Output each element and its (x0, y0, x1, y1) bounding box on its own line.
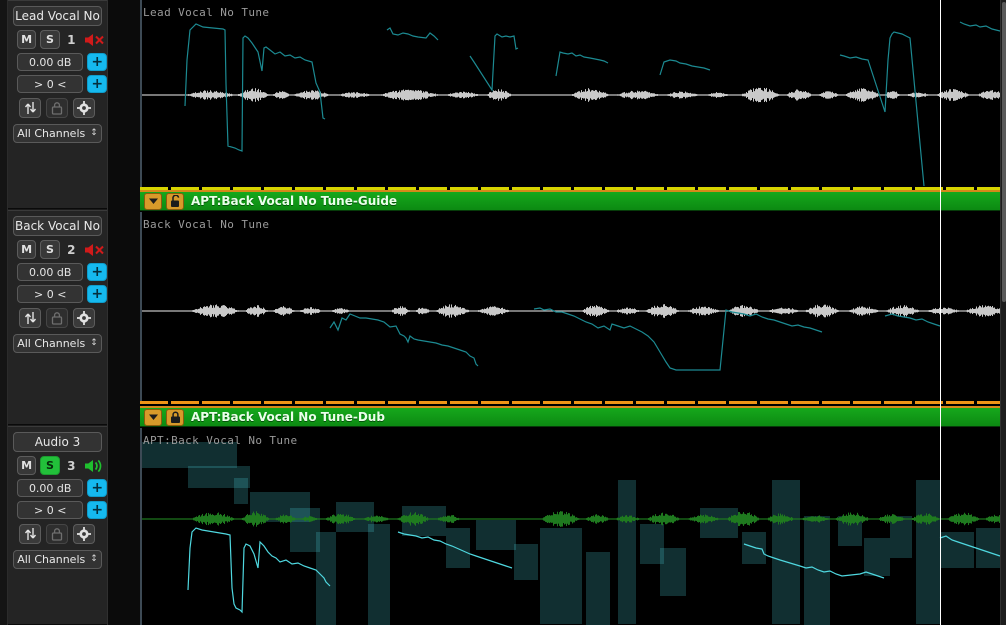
channel-number-3: 3 (67, 458, 76, 473)
add-gain-button-2[interactable]: + (87, 263, 107, 281)
solo-button-1[interactable]: S (40, 30, 60, 49)
timeline-canvas[interactable]: Lead Vocal No Tune APT:Back Vocal No Tun… (140, 0, 1006, 625)
automation-lane-orange-2[interactable] (140, 401, 1006, 404)
track-3-pan-row: > 0 < + (17, 501, 107, 519)
speaker-on-icon-3[interactable] (83, 457, 107, 475)
add-pan-button-1[interactable]: + (87, 75, 107, 93)
track-3-mute-solo-row: M S 3 (17, 456, 107, 475)
waveform-canvas-1[interactable] (140, 0, 1006, 190)
solo-button-2[interactable]: S (40, 240, 60, 259)
swap-vertical-icon-1[interactable] (19, 98, 41, 118)
track-name-field-1[interactable]: Lead Vocal No (13, 6, 102, 26)
gain-field-3[interactable]: 0.00 dB (17, 479, 84, 497)
track-name-field-3[interactable]: Audio 3 (13, 432, 102, 452)
daw-window: Lead Vocal No M S 1 0.00 dB + > 0 < + Al… (0, 0, 1006, 625)
track-2-mute-solo-row: M S 2 (17, 240, 107, 259)
track-lane-2[interactable]: Back Vocal No Tune (140, 212, 1006, 404)
lane-left-edge-1 (140, 0, 142, 190)
lane-left-edge-2 (140, 212, 142, 404)
gain-field-2[interactable]: 0.00 dB (17, 263, 84, 281)
mute-button-3[interactable]: M (17, 456, 37, 475)
track-lane-1[interactable]: Lead Vocal No Tune (140, 0, 1006, 190)
track-name-field-2[interactable]: Back Vocal No (13, 216, 102, 236)
track-headers-panel: Lead Vocal No M S 1 0.00 dB + > 0 < + Al… (0, 0, 140, 625)
track-2-pan-row: > 0 < + (17, 285, 107, 303)
item-header-bar-2[interactable]: APT:Back Vocal No Tune-Dub (140, 406, 1006, 427)
vertical-scrollbar[interactable] (1000, 0, 1006, 625)
track-2-icon-row (8, 308, 95, 328)
track-1-pan-row: > 0 < + (17, 75, 107, 93)
item-header-bar-1[interactable]: APT:Back Vocal No Tune-Guide (140, 190, 1006, 211)
mute-button-1[interactable]: M (17, 30, 37, 49)
channel-select-3[interactable]: All Channels ↕ (13, 550, 102, 569)
track-3-icon-row (8, 524, 95, 544)
channel-select-label-1: All Channels (17, 126, 86, 140)
track-1-gain-row: 0.00 dB + (17, 53, 107, 71)
add-gain-button-3[interactable]: + (87, 479, 107, 497)
add-pan-button-2[interactable]: + (87, 285, 107, 303)
add-gain-button-1[interactable]: + (87, 53, 107, 71)
channel-number-1: 1 (67, 32, 76, 47)
channel-select-label-2: All Channels (17, 336, 86, 350)
item-title-1: APT:Back Vocal No Tune-Guide (191, 194, 398, 208)
lane-left-edge-3 (140, 428, 142, 625)
swap-vertical-icon-2[interactable] (19, 308, 41, 328)
gain-field-1[interactable]: 0.00 dB (17, 53, 84, 71)
channel-select-1[interactable]: All Channels ↕ (13, 124, 102, 143)
track-1-mute-solo-row: M S 1 (17, 30, 107, 49)
track-header-3[interactable]: Audio 3 M S 3 0.00 dB + > 0 < + All Chan… (8, 426, 107, 625)
mute-button-2[interactable]: M (17, 240, 37, 259)
chevron-updown-icon-2: ↕ (90, 338, 98, 348)
panel-left-gutter (0, 0, 8, 625)
vertical-scrollbar-thumb[interactable] (1002, 2, 1006, 302)
waveform-canvas-2[interactable] (140, 212, 1006, 404)
item-title-2: APT:Back Vocal No Tune-Dub (191, 410, 385, 424)
chevron-down-icon-2[interactable] (144, 408, 162, 426)
speaker-muted-icon-2[interactable] (83, 241, 107, 259)
channel-select-label-3: All Channels (17, 552, 86, 566)
solo-button-3[interactable]: S (40, 456, 60, 475)
pan-field-2[interactable]: > 0 < (17, 285, 84, 303)
channel-select-2[interactable]: All Channels ↕ (13, 334, 102, 353)
chevron-down-icon-1[interactable] (144, 192, 162, 210)
lock-icon-3[interactable] (46, 524, 68, 544)
lock-open-icon-1[interactable] (166, 192, 184, 210)
gear-icon-3[interactable] (73, 524, 95, 544)
track-header-1[interactable]: Lead Vocal No M S 1 0.00 dB + > 0 < + Al… (8, 0, 107, 209)
track-1-icon-row (8, 98, 95, 118)
lock-icon-2[interactable] (46, 308, 68, 328)
channel-number-2: 2 (67, 242, 76, 257)
chevron-updown-icon-3: ↕ (90, 554, 98, 564)
swap-vertical-icon-3[interactable] (19, 524, 41, 544)
panel-divider-gutter (107, 0, 140, 625)
lock-closed-icon-2[interactable] (166, 408, 184, 426)
gear-icon-1[interactable] (73, 98, 95, 118)
pan-field-3[interactable]: > 0 < (17, 501, 84, 519)
waveform-canvas-3[interactable] (140, 428, 1006, 625)
track-2-gain-row: 0.00 dB + (17, 263, 107, 281)
track-header-2[interactable]: Back Vocal No M S 2 0.00 dB + > 0 < + Al… (8, 210, 107, 425)
add-pan-button-3[interactable]: + (87, 501, 107, 519)
track-lane-3[interactable]: APT:Back Vocal No Tune (140, 428, 1006, 625)
chevron-updown-icon-1: ↕ (90, 128, 98, 138)
gear-icon-2[interactable] (73, 308, 95, 328)
track-3-gain-row: 0.00 dB + (17, 479, 107, 497)
speaker-muted-icon-1[interactable] (83, 31, 107, 49)
lock-icon-1[interactable] (46, 98, 68, 118)
pan-field-1[interactable]: > 0 < (17, 75, 84, 93)
